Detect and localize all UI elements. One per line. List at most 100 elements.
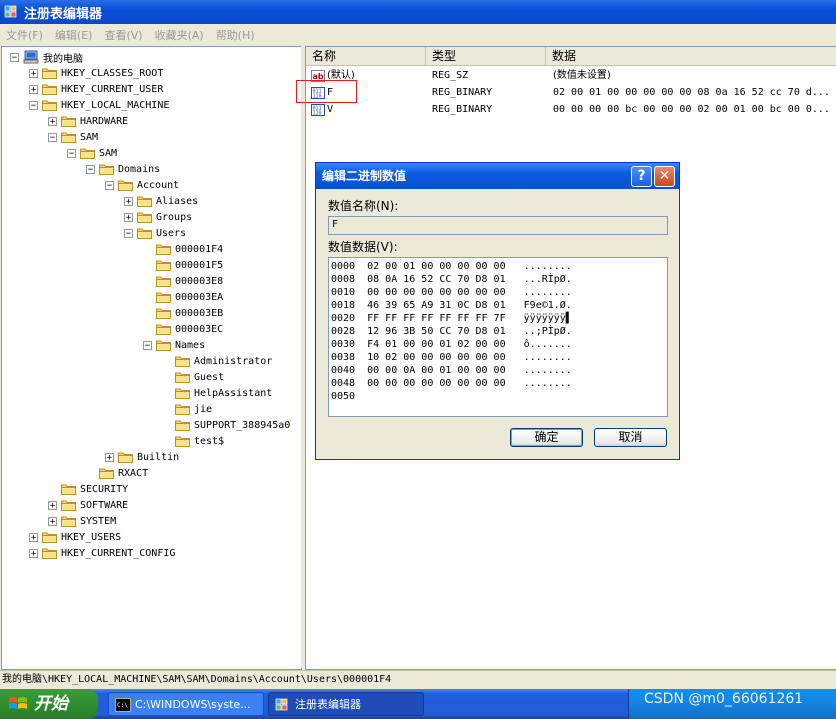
tree-node[interactable]: 000003E8 [143,273,223,289]
expand-icon[interactable]: + [29,548,38,558]
help-button[interactable]: ? [631,166,652,187]
column-name-header[interactable]: 名称 [306,47,426,65]
tree-node-label: Domains [118,163,161,175]
tree-node-label: Names [175,339,206,351]
window-titlebar[interactable]: 注册表编辑器 [0,0,836,24]
tree-node-label: 我的电脑 [43,53,83,65]
tree-node[interactable]: + Aliases [124,193,198,209]
status-bar: 我的电脑\HKEY_LOCAL_MACHINE\SAM\SAM\Domains\… [0,670,836,688]
tree-node[interactable]: jie [162,401,212,417]
expand-icon[interactable]: + [48,116,57,126]
folder-icon [175,387,190,399]
tree-node-label: Users [156,227,187,239]
tree-node[interactable]: SUPPORT_388945a0 [162,417,290,433]
collapse-icon[interactable]: − [48,132,57,142]
collapse-icon[interactable]: − [86,164,95,174]
tree-node[interactable]: − SAM [67,145,117,161]
list-row-v[interactable]: 011 110 V REG_BINARY 00 00 00 00 bc 00 0… [306,102,836,118]
folder-icon [137,227,152,239]
svg-text:110: 110 [313,94,322,100]
folder-icon [175,403,190,415]
tree-node[interactable]: + SYSTEM [48,513,116,529]
tree-node[interactable]: − SAM [48,129,98,145]
tree-node[interactable]: + HKEY_CLASSES_ROOT [29,65,163,81]
ok-button[interactable]: 确定 [510,428,583,447]
tree-node[interactable]: − HKEY_LOCAL_MACHINE [29,97,169,113]
tree-node[interactable]: Administrator [162,353,272,369]
column-type-header[interactable]: 类型 [426,47,546,65]
expand-icon[interactable]: + [48,500,57,510]
string-value-icon: ab [311,70,325,82]
tree-node[interactable]: 000003EB [143,305,223,321]
hex-editor[interactable]: 0000 02 00 01 00 00 00 00 00 ........ 000… [328,257,668,417]
tree-node[interactable]: + HKEY_CURRENT_USER [29,81,163,97]
start-button[interactable]: 开始 [0,689,98,719]
menu-help[interactable]: 帮助(H) [210,27,261,43]
computer-icon [23,50,39,64]
tree-node[interactable]: − Users [124,225,186,241]
tree-node[interactable]: + Groups [124,209,192,225]
tree-node[interactable]: HelpAssistant [162,385,272,401]
tree-node[interactable]: RXACT [86,465,148,481]
tree-node[interactable]: − Account [105,177,179,193]
folder-icon [156,259,171,271]
folder-icon [42,67,57,79]
registry-tree[interactable]: − 我的电脑 + HKEY_CLASSES_ROOT + HKEY_CURRENT_USE… [1,46,302,670]
regedit-icon [4,5,17,18]
menu-view[interactable]: 查看(V) [98,27,148,43]
collapse-icon[interactable]: − [67,148,76,158]
menu-file[interactable]: 文件(F) [0,27,49,43]
hex-line: 0010 00 00 00 00 00 00 00 00 ........ [331,287,572,298]
tree-node[interactable]: SECURITY [48,481,128,497]
expand-icon[interactable]: + [105,452,114,462]
collapse-icon[interactable]: − [124,228,133,238]
value-name: V [327,104,334,115]
tree-node[interactable]: 000003EC [143,321,223,337]
list-row-default[interactable]: ab (默认) REG_SZ (数值未设置) [306,68,836,84]
tree-node[interactable]: − Domains [86,161,160,177]
column-data-header[interactable]: 数据 [546,47,836,65]
folder-icon [118,179,133,191]
expand-icon[interactable]: + [29,68,38,78]
hex-line: 0040 00 00 0A 00 01 00 00 00 ........ [331,365,572,376]
tree-node[interactable]: + HKEY_USERS [29,529,121,545]
menu-edit[interactable]: 编辑(E) [49,27,99,43]
expand-icon[interactable]: + [29,84,38,94]
tree-node[interactable]: 000001F4 [143,241,223,257]
tree-node[interactable]: Guest [162,369,224,385]
tree-node-label: jie [194,403,213,415]
collapse-icon[interactable]: − [10,52,19,62]
svg-text:C:\: C:\ [117,702,128,709]
edit-binary-dialog[interactable]: 编辑二进制数值 ? ✕ 数值名称(N): F 数值数据(V): 0000 02 … [315,162,680,460]
folder-icon [175,355,190,367]
binary-value-icon: 011 110 [311,87,325,99]
tree-node[interactable]: − 我的电脑 [10,49,83,65]
dialog-titlebar[interactable]: 编辑二进制数值 [316,163,679,189]
tree-node-label: SUPPORT_388945a0 [194,419,291,431]
tree-node[interactable]: + SOFTWARE [48,497,128,513]
expand-icon[interactable]: + [124,212,133,222]
collapse-icon[interactable]: − [29,100,38,110]
menu-favorites[interactable]: 收藏夹(A) [149,27,210,43]
close-button[interactable]: ✕ [654,166,675,187]
task-cmd[interactable]: C:\ C:\WINDOWS\syste... [108,692,264,716]
tree-node[interactable]: 000001F5 [143,257,223,273]
task-regedit[interactable]: 注册表编辑器 [268,692,424,716]
expand-icon[interactable]: + [29,532,38,542]
tree-node[interactable]: + HARDWARE [48,113,128,129]
tree-node-label: Groups [156,211,193,223]
tree-node[interactable]: test$ [162,433,224,449]
collapse-icon[interactable]: − [143,340,152,350]
value-data: 00 00 00 00 bc 00 00 00 02 00 01 00 bc 0… [553,104,830,115]
expand-icon[interactable]: + [48,516,57,526]
tree-node[interactable]: + Builtin [105,449,179,465]
value-name-field[interactable]: F [328,216,668,235]
list-row-f[interactable]: 011 110 F REG_BINARY 02 00 01 00 00 00 0… [306,85,836,101]
cancel-button[interactable]: 取消 [594,428,667,447]
tree-node[interactable]: − Names [143,337,205,353]
tree-node-label: Account [137,179,180,191]
tree-node[interactable]: 000003EA [143,289,223,305]
collapse-icon[interactable]: − [105,180,114,190]
tree-node[interactable]: + HKEY_CURRENT_CONFIG [29,545,175,561]
expand-icon[interactable]: + [124,196,133,206]
